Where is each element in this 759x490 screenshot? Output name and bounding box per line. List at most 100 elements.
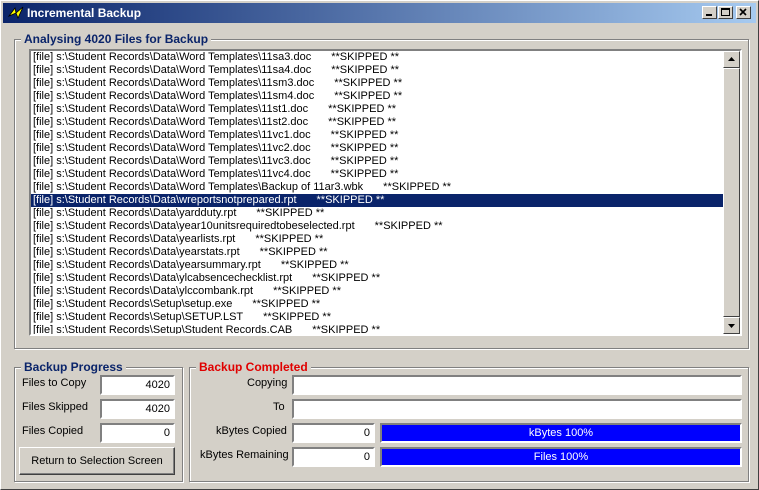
list-item-path: [file] s:\Student Records\Data\ylccomban… xyxy=(33,285,254,297)
list-item-status: **SKIPPED ** xyxy=(312,324,381,334)
list-item[interactable]: [file] s:\Student Records\Data\ylcabsenc… xyxy=(31,272,723,285)
list-item-status: **SKIPPED ** xyxy=(252,298,321,310)
list-item-path: [file] s:\Student Records\Data\yearstats… xyxy=(33,246,240,258)
list-item-path: [file] s:\Student Records\Data\Word Temp… xyxy=(33,168,311,180)
files-progress-text: Files 100% xyxy=(533,451,589,463)
list-item-status: **SKIPPED ** xyxy=(273,285,341,297)
list-item-path: [file] s:\Student Records\Setup\Student … xyxy=(33,324,293,334)
list-item[interactable]: [file] s:\Student Records\Data\yearsumma… xyxy=(31,259,723,272)
list-item[interactable]: [file] s:\Student Records\Data\Word Temp… xyxy=(31,51,723,64)
list-item[interactable]: [file] s:\Student Records\Data\Word Temp… xyxy=(31,181,723,194)
files-copied-field: 0 xyxy=(100,423,175,443)
backup-window: Incremental Backup Analysing 4020 Files … xyxy=(0,0,759,490)
list-item-path: [file] s:\Student Records\Data\ylcabsenc… xyxy=(33,272,293,284)
scroll-thumb[interactable] xyxy=(723,68,740,317)
list-item-path: [file] s:\Student Records\Data\Word Temp… xyxy=(33,64,312,76)
backup-completed-title: Backup Completed xyxy=(196,360,311,374)
list-item[interactable]: [file] s:\Student Records\Data\Word Temp… xyxy=(31,168,723,181)
list-item-path: [file] s:\Student Records\Data\Word Temp… xyxy=(33,155,311,167)
list-item-status: **SKIPPED ** xyxy=(331,51,400,63)
list-item[interactable]: [file] s:\Student Records\Data\Word Temp… xyxy=(31,77,723,90)
files-to-copy-field: 4020 xyxy=(100,375,175,395)
minimize-icon xyxy=(706,14,712,16)
list-item[interactable]: [file] s:\Student Records\Data\Word Temp… xyxy=(31,142,723,155)
list-item[interactable]: [file] s:\Student Records\Data\yearstats… xyxy=(31,246,723,259)
list-item-status: **SKIPPED ** xyxy=(374,220,443,232)
list-item[interactable]: [file] s:\Student Records\Data\wreportsn… xyxy=(31,194,723,207)
copying-label: Copying xyxy=(247,377,288,389)
list-item-path: [file] s:\Student Records\Data\Word Temp… xyxy=(33,77,315,89)
list-item-status: **SKIPPED ** xyxy=(331,64,400,76)
kbytes-remaining-field: 0 xyxy=(292,447,375,467)
list-item-status: **SKIPPED ** xyxy=(334,77,403,89)
list-item-path: [file] s:\Student Records\Data\Word Temp… xyxy=(33,181,364,193)
list-item-status: **SKIPPED ** xyxy=(330,155,399,167)
list-item-path: [file] s:\Student Records\Data\yardduty.… xyxy=(33,207,237,219)
list-item[interactable]: [file] s:\Student Records\Data\Word Temp… xyxy=(31,103,723,116)
arrow-up-icon xyxy=(728,57,735,61)
list-item-status: **SKIPPED ** xyxy=(334,90,403,102)
list-item-path: [file] s:\Student Records\Data\wreportsn… xyxy=(33,194,297,206)
list-item[interactable]: [file] s:\Student Records\Data\yearlists… xyxy=(31,233,723,246)
scroll-up-button[interactable] xyxy=(723,51,740,68)
kbytes-copied-field: 0 xyxy=(292,423,375,443)
list-item-status: **SKIPPED ** xyxy=(330,168,399,180)
files-to-copy-label: Files to Copy xyxy=(22,377,87,389)
file-list[interactable]: [file] s:\Student Records\Data\Word Temp… xyxy=(29,49,742,336)
list-item[interactable]: [file] s:\Student Records\Data\Word Temp… xyxy=(31,155,723,168)
list-item-path: [file] s:\Student Records\Data\Word Temp… xyxy=(33,103,309,115)
kbytes-progress-bar: kBytes 100% xyxy=(380,423,742,443)
to-label: To xyxy=(273,401,285,413)
list-item-status: **SKIPPED ** xyxy=(312,272,381,284)
list-item-path: [file] s:\Student Records\Data\yearsumma… xyxy=(33,259,261,271)
list-item[interactable]: [file] s:\Student Records\Setup\Student … xyxy=(31,324,723,334)
arrow-down-icon xyxy=(728,324,735,328)
list-item-status: **SKIPPED ** xyxy=(330,129,399,141)
files-skipped-field: 4020 xyxy=(100,399,175,419)
list-item-status: **SKIPPED ** xyxy=(316,194,385,206)
list-item-path: [file] s:\Student Records\Data\Word Temp… xyxy=(33,129,311,141)
list-item[interactable]: [file] s:\Student Records\Data\yardduty.… xyxy=(31,207,723,220)
list-item-status: **SKIPPED ** xyxy=(328,116,397,128)
list-item-path: [file] s:\Student Records\Data\year10uni… xyxy=(33,220,355,232)
list-item[interactable]: [file] s:\Student Records\Setup\setup.ex… xyxy=(31,298,723,311)
analysis-group-title: Analysing 4020 Files for Backup xyxy=(21,32,212,46)
title-bar[interactable]: Incremental Backup xyxy=(3,3,756,23)
files-copied-label: Files Copied xyxy=(22,425,84,437)
copying-field xyxy=(292,375,742,395)
app-icon xyxy=(7,6,24,20)
kbytes-progress-text: kBytes 100% xyxy=(528,427,594,439)
minimize-button[interactable] xyxy=(702,6,717,19)
list-item[interactable]: [file] s:\Student Records\Data\year10uni… xyxy=(31,220,723,233)
list-item[interactable]: [file] s:\Student Records\Data\ylccomban… xyxy=(31,285,723,298)
list-item-path: [file] s:\Student Records\Data\Word Temp… xyxy=(33,51,312,63)
list-item-path: [file] s:\Student Records\Setup\setup.ex… xyxy=(33,298,233,310)
close-icon xyxy=(739,8,747,16)
kbytes-copied-label: kBytes Copied xyxy=(216,425,287,437)
list-item-status: **SKIPPED ** xyxy=(263,311,331,323)
close-button[interactable] xyxy=(736,6,751,19)
list-item-status: **SKIPPED ** xyxy=(259,246,328,258)
list-item[interactable]: [file] s:\Student Records\Data\Word Temp… xyxy=(31,116,723,129)
to-field xyxy=(292,399,742,419)
return-to-selection-button[interactable]: Return to Selection Screen xyxy=(19,447,175,475)
files-skipped-label: Files Skipped xyxy=(22,401,89,413)
list-item-status: **SKIPPED ** xyxy=(328,103,397,115)
list-item[interactable]: [file] s:\Student Records\Data\Word Temp… xyxy=(31,90,723,103)
maximize-button[interactable] xyxy=(718,6,733,19)
list-item-status: **SKIPPED ** xyxy=(330,142,399,154)
file-list-scrollbar[interactable] xyxy=(723,51,740,334)
files-progress-bar: Files 100% xyxy=(380,447,742,467)
list-item-status: **SKIPPED ** xyxy=(256,207,325,219)
list-item[interactable]: [file] s:\Student Records\Data\Word Temp… xyxy=(31,64,723,77)
kbytes-remaining-label: kBytes Remaining xyxy=(200,449,289,461)
file-list-items: [file] s:\Student Records\Data\Word Temp… xyxy=(31,51,723,334)
list-item-path: [file] s:\Student Records\Data\Word Temp… xyxy=(33,142,311,154)
list-item[interactable]: [file] s:\Student Records\Setup\SETUP.LS… xyxy=(31,311,723,324)
scroll-down-button[interactable] xyxy=(723,317,740,334)
list-item-path: [file] s:\Student Records\Data\yearlists… xyxy=(33,233,236,245)
list-item-status: **SKIPPED ** xyxy=(383,181,452,193)
list-item[interactable]: [file] s:\Student Records\Data\Word Temp… xyxy=(31,129,723,142)
list-item-path: [file] s:\Student Records\Data\Word Temp… xyxy=(33,90,315,102)
maximize-icon xyxy=(721,8,730,16)
